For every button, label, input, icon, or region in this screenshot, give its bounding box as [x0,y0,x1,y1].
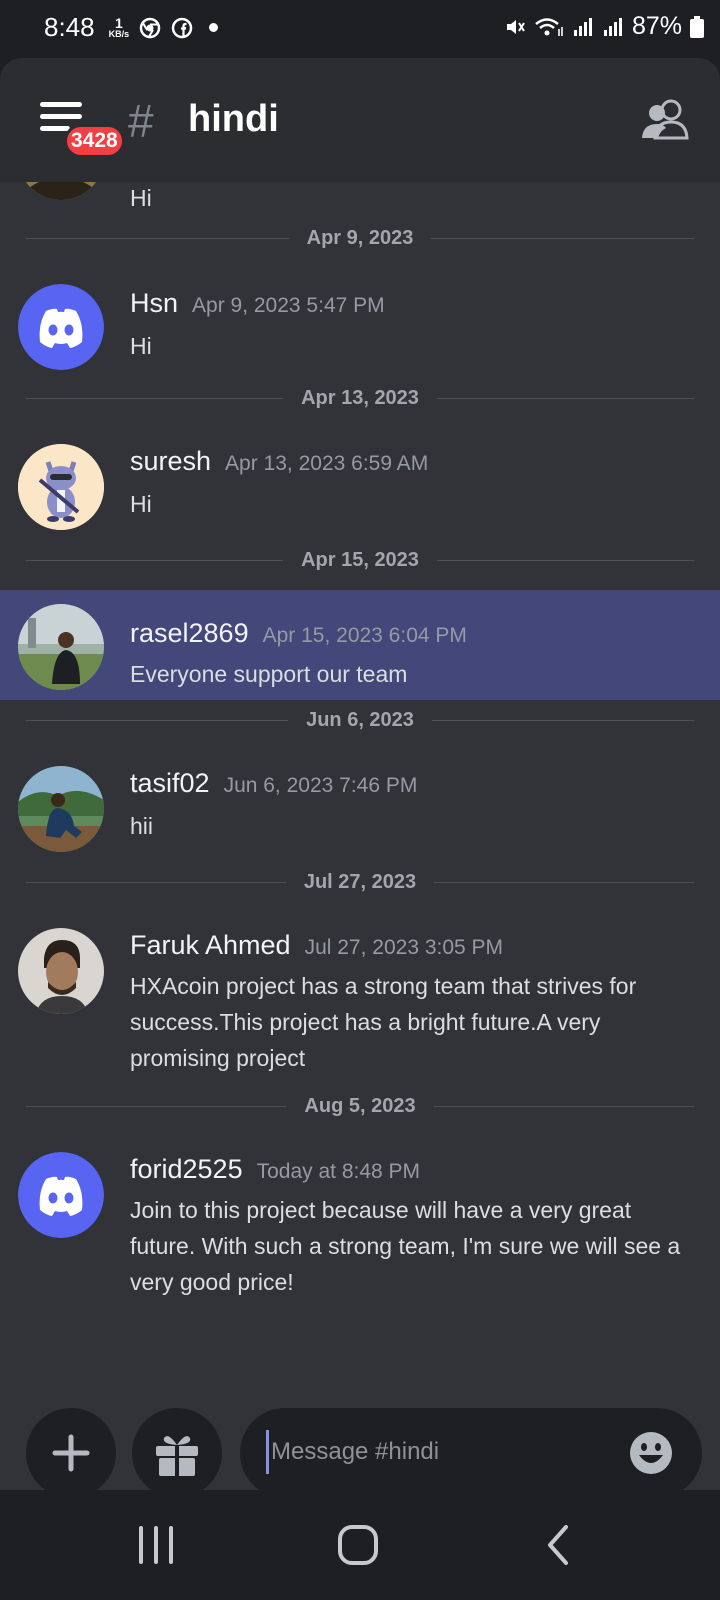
message-list[interactable]: Hi Apr 9, 2023 Hsn Apr 9, 2023 5:47 PM H… [0,182,720,1390]
channel-header: 3428 # hindi [0,58,720,182]
status-time: 8:48 [44,12,95,42]
message-text: Hi [130,185,152,211]
status-bar: 8:48 1 KB/s 87% [0,0,720,58]
avatar-photo[interactable] [18,766,104,852]
message-text: Everyone support our team [130,661,408,687]
emoji-icon[interactable] [628,1430,674,1476]
avatar-discord[interactable] [18,1152,104,1238]
network-speed: 1 KB/s [108,15,130,39]
message-item[interactable]: suresh Apr 13, 2023 6:59 AM Hi [0,434,720,552]
date-divider: Jul 27, 2023 [26,870,694,894]
message-author[interactable]: forid2525 [130,1154,243,1185]
chrome-icon [139,17,161,38]
message-input-container[interactable] [240,1408,702,1490]
avatar-discord[interactable] [18,284,104,370]
notification-dot [209,23,219,32]
message-timestamp: Apr 13, 2023 6:59 AM [225,452,429,475]
avatar-photo[interactable] [18,928,104,1014]
home-icon[interactable] [328,1520,388,1570]
message-author[interactable]: Hsn [130,288,178,319]
message-item[interactable]: forid2525 Today at 8:48 PM Join to this … [0,1140,720,1328]
message-text: Hi [130,491,152,517]
message-author[interactable]: Faruk Ahmed [130,930,291,961]
message-composer [0,1390,720,1490]
message-input[interactable] [266,1430,606,1474]
channel-hash-icon: # [128,95,154,147]
message-timestamp: Jul 27, 2023 3:05 PM [304,936,504,959]
gift-icon [156,1436,198,1476]
message-item[interactable]: Hsn Apr 9, 2023 5:47 PM Hi [0,274,720,390]
wifi-icon [535,17,563,36]
avatar-photo[interactable] [18,604,104,690]
unread-badge: 3428 [64,124,125,158]
battery-percent: 87% [631,12,682,40]
system-nav-bar [0,1490,720,1600]
date-divider: Apr 15, 2023 [26,548,695,572]
plus-icon [52,1434,90,1472]
members-icon[interactable] [640,98,690,142]
gift-button[interactable] [132,1408,222,1490]
date-divider: Aug 5, 2023 [26,1094,695,1118]
discord-logo-icon [18,1152,104,1238]
signal-icon-1 [573,17,592,36]
message-text: HXAcoin project has a strong team that s… [130,973,637,1071]
recent-apps-icon[interactable] [126,1520,186,1570]
message-item[interactable]: tasif02 Jun 6, 2023 7:46 PM hii [0,756,720,872]
message-text: Hi [130,333,152,359]
channel-title: hindi [188,98,279,140]
message-timestamp: Jun 6, 2023 7:46 PM [223,774,418,797]
message-author[interactable]: suresh [130,446,211,477]
mute-icon [506,19,525,34]
message-timestamp: Today at 8:48 PM [256,1160,421,1183]
message-item-highlighted[interactable]: rasel2869 Apr 15, 2023 6:04 PM Everyone … [0,590,720,700]
signal-icon-2 [603,17,622,36]
avatar[interactable] [18,182,104,200]
add-attachment-button[interactable] [26,1408,116,1490]
message-timestamp: Apr 9, 2023 5:47 PM [192,294,385,317]
date-divider: Apr 9, 2023 [26,226,695,250]
date-divider: Jun 6, 2023 [26,708,694,732]
back-icon[interactable] [530,1520,590,1570]
date-divider: Apr 13, 2023 [26,386,695,410]
message-partial[interactable]: Hi [0,182,720,212]
battery-icon [690,15,704,38]
message-author[interactable]: tasif02 [130,768,210,799]
chat-app: 3428 # hindi Hi Apr 9, 2023 Hsn Apr 9, 2… [0,58,720,1490]
discord-logo-icon [18,284,104,370]
message-item[interactable]: Faruk Ahmed Jul 27, 2023 3:05 PM HXAcoin… [0,916,720,1104]
menu-button[interactable]: 3428 [40,102,125,158]
facebook-icon [171,17,193,38]
message-author[interactable]: rasel2869 [130,618,249,649]
message-text: Join to this project because will have a… [130,1197,681,1295]
message-text: hii [130,813,154,839]
message-timestamp: Apr 15, 2023 6:04 PM [262,624,467,647]
avatar-cat[interactable] [18,444,104,530]
